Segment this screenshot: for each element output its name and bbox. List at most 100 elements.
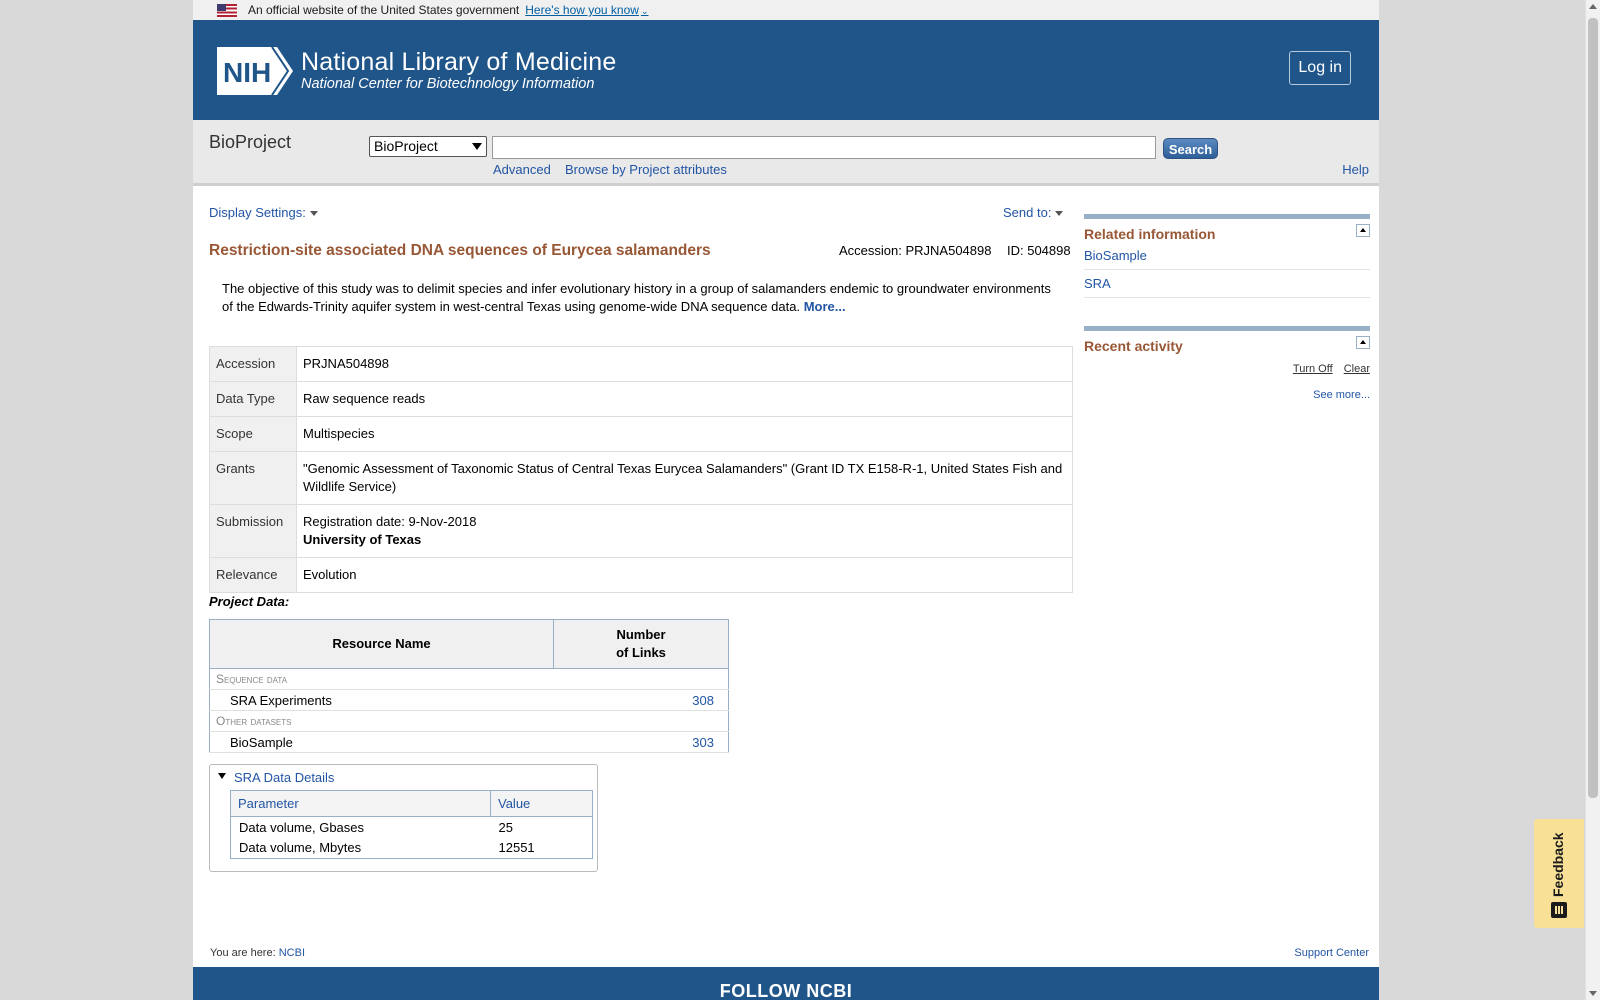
see-more-link[interactable]: See more... xyxy=(1313,389,1370,401)
detail-label: Data Type xyxy=(209,381,297,417)
caret-down-icon xyxy=(1055,211,1064,217)
table-row: Grants "Genomic Assessment of Taxonomic … xyxy=(209,451,1073,505)
nih-badge-text: NIH xyxy=(223,57,271,88)
dropdown-arrow-icon xyxy=(472,143,482,150)
feedback-icon xyxy=(1551,902,1567,918)
sra-details-table: Parameter Value Data volume, Gbases 25 D… xyxy=(230,790,593,859)
search-bar: BioProject BioProject Search Advanced Br… xyxy=(193,120,1379,186)
scroll-up-icon[interactable] xyxy=(1589,4,1597,9)
sra-details-label: SRA Data Details xyxy=(234,770,335,785)
database-select-value: BioProject xyxy=(374,138,438,154)
login-button[interactable]: Log in xyxy=(1289,51,1351,85)
feedback-button[interactable]: Feedback xyxy=(1534,819,1584,928)
more-link[interactable]: More... xyxy=(804,299,846,314)
page: An official website of the United States… xyxy=(193,0,1379,1000)
table-header-row: Parameter Value xyxy=(230,790,593,817)
breadcrumb-label: You are here: xyxy=(210,947,276,959)
feedback-label: Feedback xyxy=(1550,832,1566,897)
search-button[interactable]: Search xyxy=(1163,138,1218,159)
section-label: Sequence data xyxy=(209,668,729,690)
table-row: Data volume, Mbytes 12551 xyxy=(231,838,593,859)
db-home-link[interactable]: BioProject xyxy=(209,132,291,153)
parameter-cell: Data volume, Mbytes xyxy=(239,840,362,856)
project-abstract: The objective of this study was to delim… xyxy=(222,280,1062,316)
table-row: SRA Experiments 308 xyxy=(209,689,729,711)
links-count-header: Number of Links xyxy=(553,619,729,669)
portlet-bar xyxy=(1084,214,1370,219)
nlm-logo-link[interactable]: NIH National Library of Medicine Nationa… xyxy=(217,47,616,95)
breadcrumb-ncbi-link[interactable]: NCBI xyxy=(279,947,305,959)
collapse-icon[interactable] xyxy=(1356,224,1370,237)
us-flag-icon xyxy=(217,3,237,17)
resource-name: BioSample xyxy=(209,731,554,753)
clear-link[interactable]: Clear xyxy=(1344,363,1370,375)
gov-banner: An official website of the United States… xyxy=(193,0,1379,20)
database-select[interactable]: BioProject xyxy=(369,136,487,157)
table-row: Data volume, Gbases 25 xyxy=(231,817,593,838)
table-row: Accession PRJNA504898 xyxy=(209,346,1073,382)
table-row: Submission Registration date: 9-Nov-2018… xyxy=(209,504,1073,558)
sra-experiments-link[interactable]: 308 xyxy=(692,693,714,708)
links-header-line2: of Links xyxy=(616,645,666,660)
project-title: Restriction-site associated DNA sequence… xyxy=(209,242,711,259)
send-to-label: Send to: xyxy=(1003,205,1052,220)
abstract-text: The objective of this study was to delim… xyxy=(222,281,1051,314)
browse-attributes-link[interactable]: Browse by Project attributes xyxy=(565,162,727,177)
chevron-down-icon: ⌄ xyxy=(640,6,649,16)
heres-how-you-know-label: Here's how you know xyxy=(525,3,639,17)
heres-how-you-know-link[interactable]: Here's how you know ⌄ xyxy=(525,3,648,17)
support-center-link[interactable]: Support Center xyxy=(1294,947,1369,959)
accession-header: Accession: PRJNA504898 xyxy=(839,243,992,258)
project-data-heading: Project Data: xyxy=(209,594,290,609)
ncbi-subtitle: National Center for Biotechnology Inform… xyxy=(301,76,595,92)
display-settings-label: Display Settings: xyxy=(209,205,306,220)
scrollbar-thumb[interactable] xyxy=(1588,18,1598,798)
help-link[interactable]: Help xyxy=(1342,162,1369,177)
follow-ncbi-bar: FOLLOW NCBI xyxy=(193,967,1379,1000)
section-label: Other datasets xyxy=(209,710,729,732)
table-row: BioSample 303 xyxy=(209,731,729,753)
display-settings-menu[interactable]: Display Settings: xyxy=(209,205,318,220)
submitter-org: University of Texas xyxy=(303,532,422,547)
table-row: Scope Multispecies xyxy=(209,416,1073,452)
breadcrumb: You are here: NCBI xyxy=(210,947,305,959)
detail-value: Raw sequence reads xyxy=(296,381,1073,417)
nlm-title: National Library of Medicine xyxy=(301,48,617,76)
gov-banner-text: An official website of the United States… xyxy=(248,3,520,17)
scroll-down-icon[interactable] xyxy=(1589,991,1597,996)
related-info-title: Related information xyxy=(1084,226,1216,242)
resource-name-header: Resource Name xyxy=(209,619,554,669)
triangle-down-icon xyxy=(218,773,226,779)
detail-label: Grants xyxy=(209,451,297,505)
nih-logo-icon: NIH xyxy=(217,47,293,95)
recent-activity-portlet: Recent activity Turn Off Clear See more.… xyxy=(1084,326,1370,401)
nih-header: NIH National Library of Medicine Nationa… xyxy=(193,20,1379,120)
collapse-icon[interactable] xyxy=(1356,336,1370,349)
table-header-row: Resource Name Number of Links xyxy=(209,619,729,669)
search-input[interactable] xyxy=(492,136,1156,159)
turn-off-link[interactable]: Turn Off xyxy=(1293,363,1333,375)
section-row: Other datasets xyxy=(209,710,729,732)
resource-count-link[interactable]: 308 xyxy=(553,689,729,711)
sra-details-box: SRA Data Details Parameter Value Data vo… xyxy=(209,764,598,872)
send-to-menu[interactable]: Send to: xyxy=(1003,205,1064,220)
id-header: ID: 504898 xyxy=(1007,243,1071,258)
detail-value: Evolution xyxy=(296,557,1073,593)
links-header-line1: Number xyxy=(616,627,666,642)
resource-count-link[interactable]: 303 xyxy=(553,731,729,753)
project-data-table: Resource Name Number of Links Sequence da… xyxy=(209,619,729,753)
biosample-link[interactable]: 303 xyxy=(692,735,714,750)
related-sra-link[interactable]: SRA xyxy=(1084,270,1370,298)
recent-activity-title: Recent activity xyxy=(1084,338,1183,354)
page-scrollbar[interactable] xyxy=(1585,0,1600,1000)
advanced-search-link[interactable]: Advanced xyxy=(493,162,551,177)
parameter-header[interactable]: Parameter xyxy=(230,790,491,817)
value-cell: 25 xyxy=(498,819,513,835)
sra-details-toggle[interactable]: SRA Data Details xyxy=(218,770,334,785)
project-details-table: Accession PRJNA504898 Data Type Raw sequ… xyxy=(209,346,1073,593)
related-biosample-link[interactable]: BioSample xyxy=(1084,242,1370,270)
resource-name: SRA Experiments xyxy=(209,689,554,711)
registration-date: Registration date: 9-Nov-2018 xyxy=(303,514,477,529)
table-row: Relevance Evolution xyxy=(209,557,1073,593)
value-header[interactable]: Value xyxy=(490,790,593,817)
